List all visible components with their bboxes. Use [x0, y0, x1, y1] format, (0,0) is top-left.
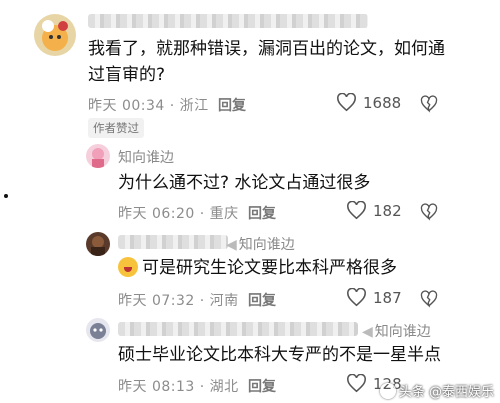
comment-time-location: 昨天 06:20 · 重庆: [118, 206, 239, 222]
username[interactable]: 知向谁边: [118, 147, 174, 167]
broken-heart-icon[interactable]: [420, 95, 438, 113]
like-count: 1688: [363, 93, 402, 112]
comment-text: 我看了，就那种错误，漏洞百出的论文，如何通: [88, 39, 445, 59]
heart-outline-icon: [337, 93, 356, 112]
reply-to-username: 知向谁边: [238, 237, 295, 253]
like-count: 182: [373, 201, 402, 220]
reply-arrow-icon: ◀: [226, 237, 237, 253]
heart-outline-icon: [347, 288, 366, 307]
author-liked-badge: 作者赞过: [88, 118, 144, 138]
laughing-emoji-icon: [118, 257, 138, 277]
heart-outline-icon: [347, 374, 366, 393]
comment-time-location: 昨天 08:13 · 湖北: [118, 379, 239, 395]
reply-button[interactable]: 回复: [218, 95, 246, 115]
comment-text: 为什么通不过? 水论文占通过很多: [118, 173, 371, 193]
avatar[interactable]: [86, 232, 110, 256]
username-blurred: [118, 235, 228, 249]
comment-text: 硕士毕业论文比本科大专严的不是一星半点: [118, 345, 441, 365]
watermark-text: 头条 @泰西娱乐: [398, 385, 494, 400]
broken-heart-icon[interactable]: [420, 203, 438, 221]
reply-arrow-icon: ◀: [362, 324, 373, 340]
reply-button[interactable]: 回复: [248, 376, 276, 396]
reply-button[interactable]: 回复: [248, 203, 276, 223]
comment-text: 过盲审的?: [88, 65, 166, 85]
username[interactable]: ◀ 知向谁边: [362, 321, 431, 341]
username[interactable]: ◀ 知向谁边: [226, 234, 295, 254]
reply-button[interactable]: 回复: [248, 290, 276, 310]
reply-to-username: 知向谁边: [374, 324, 431, 340]
heart-outline-icon: [347, 201, 366, 220]
stray-dot: [4, 194, 8, 198]
like-button[interactable]: 187: [346, 288, 402, 307]
like-button[interactable]: 182: [346, 201, 402, 220]
avatar[interactable]: [34, 14, 76, 56]
like-count: 187: [373, 288, 402, 307]
avatar[interactable]: [86, 144, 110, 168]
comment-time-location: 昨天 07:32 · 河南: [118, 293, 239, 309]
watermark: 头条 @泰西娱乐: [379, 381, 494, 400]
like-button[interactable]: 1688: [336, 93, 401, 112]
watermark-logo-icon: [379, 382, 396, 399]
username-blurred: [118, 322, 358, 336]
comment-time-location: 昨天 00:34 · 浙江: [88, 98, 209, 114]
broken-heart-icon[interactable]: [420, 290, 438, 308]
comment-text-body: 可是研究生论文要比本科严格很多: [142, 258, 397, 278]
avatar[interactable]: [86, 318, 110, 342]
username-blurred: [88, 14, 368, 28]
comment-text: 可是研究生论文要比本科严格很多: [118, 256, 397, 281]
